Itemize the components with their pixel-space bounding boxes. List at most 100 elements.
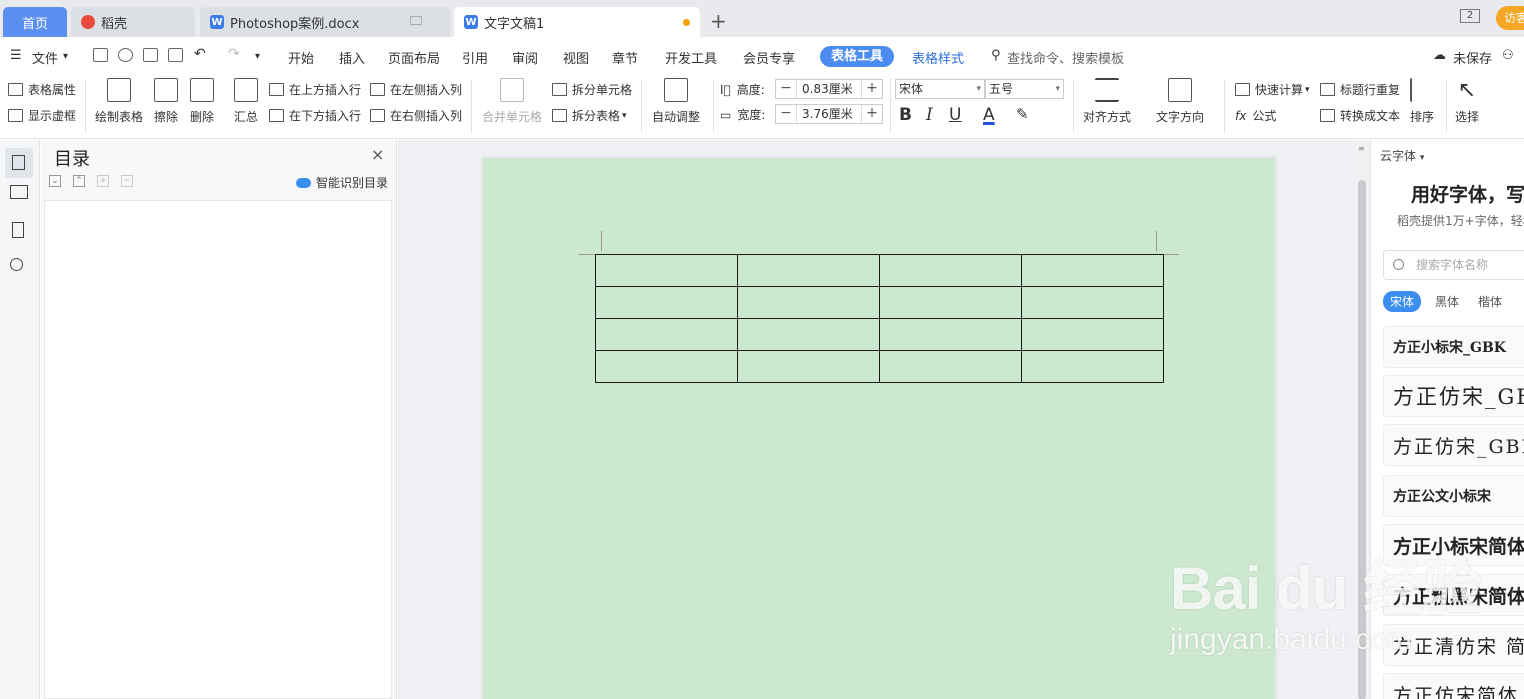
visitor-button[interactable]: 访客 — [1496, 6, 1524, 30]
table-cell[interactable] — [737, 318, 880, 351]
split-handle-icon[interactable]: ≡ — [1358, 144, 1365, 153]
split-cells-button[interactable]: 拆分单元格 — [552, 81, 632, 98]
insert-right-button[interactable]: 在右侧插入列 — [370, 107, 462, 124]
minus-icon[interactable]: − — [776, 80, 796, 98]
table-row[interactable] — [595, 318, 1164, 351]
bookmark-icon[interactable] — [12, 222, 24, 238]
toc-icon[interactable] — [5, 148, 33, 178]
text-direction-button[interactable]: 文字方向 — [1156, 78, 1204, 125]
table-cell[interactable] — [737, 286, 880, 319]
insert-above-button[interactable]: 在上方插入行 — [269, 81, 361, 98]
tab-member[interactable]: 会员专享 — [743, 48, 795, 67]
convert-text-button[interactable]: 转换成文本 — [1320, 107, 1400, 124]
tab-start[interactable]: 开始 — [288, 48, 314, 67]
collab-icon[interactable]: ⚇ — [1502, 48, 1514, 63]
table-cell[interactable] — [879, 318, 1022, 351]
width-stepper[interactable]: −3.76厘米 + — [775, 104, 883, 124]
table-cell[interactable] — [879, 350, 1022, 383]
save-icon[interactable] — [93, 48, 108, 62]
print-preview-icon[interactable] — [168, 48, 183, 62]
table-cell[interactable] — [1021, 350, 1164, 383]
table-cell[interactable] — [737, 254, 880, 287]
table-row[interactable] — [595, 350, 1164, 383]
font-item[interactable]: 方正仿宋_GB2 — [1383, 375, 1524, 417]
table-cell[interactable] — [1021, 286, 1164, 319]
document-page[interactable] — [483, 158, 1275, 699]
merge-cells-button[interactable]: 合并单元格 — [482, 78, 542, 125]
close-icon[interactable]: × — [371, 145, 384, 164]
split-table-button[interactable]: 拆分表格 ▾ — [552, 107, 627, 124]
font-item[interactable]: 方正仿宋_GBK — [1383, 424, 1524, 466]
quick-calc-button[interactable]: 快速计算 ▾ — [1235, 81, 1310, 98]
export-icon[interactable] — [118, 48, 133, 62]
tab-references[interactable]: 引用 — [462, 48, 488, 67]
width-value[interactable]: 3.76厘米 — [796, 105, 862, 123]
hamburger-icon[interactable]: ☰ — [10, 48, 22, 63]
tab-developer[interactable]: 开发工具 — [665, 48, 717, 67]
new-tab-button[interactable]: + — [710, 9, 727, 33]
chip-heiti[interactable]: 黑体 — [1435, 293, 1459, 310]
font-item[interactable]: 方正小标宋_GBK — [1383, 326, 1524, 368]
table-cell[interactable] — [879, 286, 1022, 319]
formula-button[interactable]: fx 公式 — [1235, 107, 1276, 124]
minus-icon[interactable]: − — [776, 105, 796, 123]
auto-fit-button[interactable]: 自动调整 — [652, 78, 700, 125]
font-color-button[interactable]: A — [983, 105, 995, 125]
redo-icon[interactable]: ↷ — [228, 46, 240, 62]
plus-icon[interactable]: + — [862, 80, 882, 98]
table-cell[interactable] — [595, 318, 738, 351]
chevron-down-icon[interactable]: ▾ — [63, 51, 68, 62]
table-row[interactable] — [595, 286, 1164, 319]
delete-button[interactable]: 删除 — [190, 78, 214, 125]
summary-button[interactable]: 汇总 — [234, 78, 258, 125]
underline-button[interactable]: U — [949, 105, 961, 125]
unsaved-status[interactable]: 未保存 — [1453, 48, 1492, 67]
search-icon[interactable] — [10, 258, 23, 271]
font-item[interactable]: 方正仿宋简体 — [1383, 673, 1524, 699]
table-row[interactable] — [595, 254, 1164, 287]
command-search-input[interactable]: 查找命令、搜索模板 — [1007, 48, 1124, 67]
table-props-button[interactable]: 表格属性 — [8, 81, 76, 98]
cloud-font-dropdown[interactable]: 云字体 ▾ — [1380, 147, 1424, 164]
table-cell[interactable] — [879, 254, 1022, 287]
tab-view[interactable]: 视图 — [563, 48, 589, 67]
smart-toc-button[interactable]: 智能识别目录 — [296, 174, 388, 191]
tab-active-doc[interactable]: W 文字文稿1 — [454, 7, 700, 37]
erase-button[interactable]: 擦除 — [154, 78, 178, 125]
table-cell[interactable] — [1021, 254, 1164, 287]
tab-daoke[interactable]: 稻壳 — [71, 7, 195, 37]
sort-button[interactable]: 排序 — [1410, 78, 1434, 125]
draw-table-button[interactable]: 绘制表格 — [95, 78, 143, 125]
highlight-icon[interactable]: ✎ — [1016, 105, 1029, 123]
more-icon[interactable]: ▾ — [255, 51, 260, 62]
bold-button[interactable]: B — [899, 105, 912, 125]
chip-songti[interactable]: 宋体 — [1383, 291, 1422, 312]
font-name-select[interactable]: 宋体 — [895, 79, 985, 99]
table-cell[interactable] — [1021, 318, 1164, 351]
collapse-icon[interactable]: ⌃ — [73, 175, 85, 187]
insert-below-button[interactable]: 在下方插入行 — [269, 107, 361, 124]
height-value[interactable]: 0.83厘米 — [796, 80, 862, 98]
show-grid-button[interactable]: 显示虚框 — [8, 107, 76, 124]
plus-icon[interactable]: + — [862, 105, 882, 123]
tab-home[interactable]: 首页 — [3, 7, 67, 37]
select-button[interactable]: ↖ 选择 — [1455, 78, 1479, 125]
table-cell[interactable] — [595, 254, 738, 287]
tab-table-tools[interactable]: 表格工具 — [820, 46, 894, 67]
file-menu[interactable]: 文件 — [32, 48, 58, 67]
tab-section[interactable]: 章节 — [612, 48, 638, 67]
table-cell[interactable] — [595, 350, 738, 383]
chip-kaiti[interactable]: 楷体 — [1478, 293, 1502, 310]
font-search-input[interactable]: 搜索字体名称 — [1383, 250, 1524, 280]
print-icon[interactable] — [143, 48, 158, 62]
document-table[interactable] — [595, 254, 1164, 383]
tab-table-style[interactable]: 表格样式 — [912, 48, 964, 67]
table-cell[interactable] — [737, 350, 880, 383]
window-count-button[interactable]: 2 — [1460, 9, 1480, 23]
expand-icon[interactable]: ⌄ — [49, 175, 61, 187]
italic-button[interactable]: I — [926, 105, 933, 125]
toc-list[interactable] — [44, 200, 392, 699]
font-item[interactable]: 方正公文小标宋 — [1383, 475, 1524, 517]
repeat-header-button[interactable]: 标题行重复 — [1320, 81, 1400, 98]
table-cell[interactable] — [595, 286, 738, 319]
